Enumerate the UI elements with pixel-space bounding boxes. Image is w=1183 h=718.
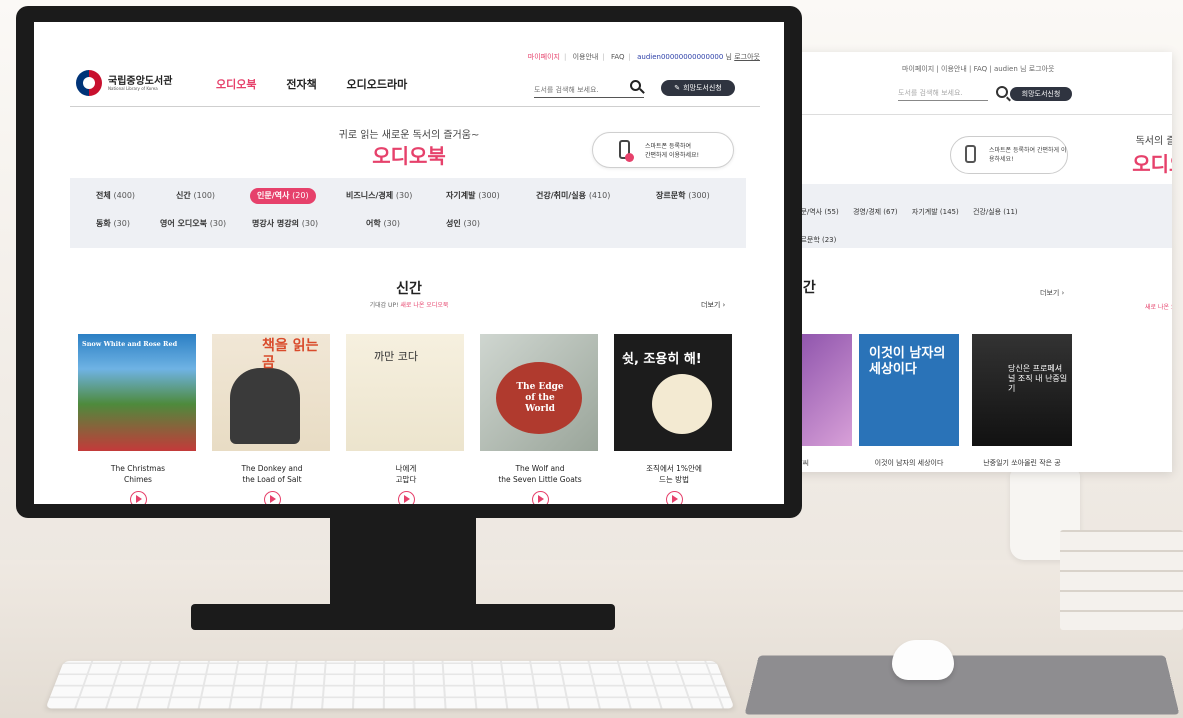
category-bar: 전체 (400) 신간 (100) 인문/역사 (20) 비즈니스/경제 (30… [70,178,746,248]
phone-icon [965,145,976,163]
logo-name-ko: 국립중앙도서관 [108,76,173,87]
secondary-category-bar: 인문/역사 (55) 경영/경제 (67) 자기계발 (145) 건강/실용 (… [770,184,1172,248]
monitor: 마이페이지 | 이용안내 | FAQ | audien00000000000000 님… [16,6,802,518]
smartphone-register-button[interactable]: 스마트폰 등록하여 간편하게 이용하세요! [592,132,734,168]
guide-link[interactable]: 이용안내 [573,53,599,61]
book-title[interactable]: 나에게 고맙다 [346,463,466,485]
play-icon[interactable] [531,491,549,504]
book-title[interactable]: 조직에서 1%안에 드는 방법 [614,463,734,485]
category-genre[interactable]: 장르문학 (300) [656,188,710,204]
taegeuk-icon [76,70,102,96]
book-cover[interactable]: Snow White and Rose Red [78,334,196,451]
pencil-icon: ✎ [674,84,681,92]
user-suffix: 님 [725,53,732,61]
book-card[interactable]: The Edge of the World The Wolf and the S… [480,334,600,504]
screen: 마이페이지 | 이용안내 | FAQ | audien00000000000000 님… [34,22,784,504]
book-cover[interactable]: 까만 코다 [346,334,464,451]
secondary-more-link[interactable]: 더보기 › [1040,288,1064,298]
book-card[interactable]: 쉿, 조용히 해! 조직에서 1%안에 드는 방법 [614,334,734,504]
main-nav: 오디오북 전자책 오디오드라마 [216,76,433,92]
book-title[interactable]: The Wolf and the Seven Little Goats [480,463,600,485]
secondary-book-title[interactable]: 난중일기 쏘아올린 작은 공 [967,458,1077,468]
secondary-book-title[interactable]: 이것이 남자의 세상이다 [854,458,964,468]
utility-nav: 마이페이지 | 이용안내 | FAQ | audien00000000000000 님… [527,53,760,61]
secondary-book-cover[interactable]: 당신은 프로페셔널 조직 내 난중일기 [972,334,1072,446]
book-stack [1060,530,1183,630]
category-fairy-tale[interactable]: 동화 (30) [96,216,130,232]
nav-ebook[interactable]: 전자책 [286,78,316,91]
smartphone-line1: 스마트폰 등록하여 [645,143,692,150]
category-self-help[interactable]: 자기계발 (300) [446,188,500,204]
secondary-utility-nav[interactable]: 마이페이지 | 이용안내 | FAQ | audien 님 로그아웃 [902,64,1148,74]
book-title[interactable]: The Donkey and the Load of Salt [212,463,332,485]
category-lectures[interactable]: 명강사 명강의 (30) [252,216,318,232]
category-health[interactable]: 건강/취미/실용 (410) [536,188,610,204]
search-input[interactable] [534,82,644,98]
secondary-wish-button[interactable]: 희망도서신청 [1010,87,1072,101]
play-icon[interactable] [129,491,147,504]
secondary-category[interactable]: 자기계발 (145) [912,208,959,216]
wish-book-label: 희망도서신청 [683,84,722,92]
logout-link[interactable]: 로그아웃 [734,53,760,61]
mypage-link[interactable]: 마이페이지 [528,53,560,61]
plus-badge-icon [625,153,634,162]
secondary-category[interactable]: 건강/실용 (11) [973,208,1018,216]
secondary-cover-text: 이것이 남자의 세상이다 [869,346,946,377]
play-icon[interactable] [397,491,415,504]
section-subtitle-pre: 기대감 UP! [369,302,399,309]
faq-link[interactable]: FAQ [611,53,625,61]
category-language[interactable]: 어학 (30) [366,216,400,232]
secondary-smartphone-text: 스마트폰 등록하여 간편하게 이용하세요! [989,147,1067,163]
book-cover[interactable]: The Edge of the World [480,334,598,451]
category-new[interactable]: 신간 (100) [176,188,215,204]
user-id: audien00000000000000 [637,53,724,61]
more-link[interactable]: 더보기 › [701,300,725,310]
nav-audiobook[interactable]: 오디오북 [216,78,256,91]
cover-text: 책을 읽는 곰 [262,338,319,371]
mouse [892,640,954,680]
cover-text: The Edge of the World [516,382,564,414]
category-all[interactable]: 전체 (400) [96,188,135,204]
cover-text: 까만 코다 [374,350,418,363]
secondary-smartphone-box[interactable]: 스마트폰 등록하여 간편하게 이용하세요! [950,136,1068,174]
logo[interactable]: 국립중앙도서관 National Library of Korea [76,70,186,98]
search-icon[interactable] [630,80,645,94]
wish-book-button[interactable]: ✎ 희망도서신청 [661,80,735,96]
secondary-book-cover[interactable]: 이것이 남자의 세상이다 [859,334,959,446]
book-title[interactable]: The Christmas Chimes [78,463,198,485]
book-card[interactable]: 까만 코다 나에게 고맙다 [346,334,466,504]
category-business[interactable]: 비즈니스/경제 (30) [346,188,412,204]
secondary-section-sub: 새로 나온 오디오북 [1145,304,1172,311]
secondary-divider [770,114,1172,115]
secondary-category[interactable]: 경영/경제 (67) [853,208,898,216]
secondary-window: 마이페이지 | 이용안내 | FAQ | audien 님 로그아웃 도서를 검… [770,52,1172,472]
section-subtitle: 기대감 UP! 새로 나온 오디오북 [34,300,784,309]
book-cover[interactable]: 쉿, 조용히 해! [614,334,732,451]
book-cover[interactable]: 책을 읽는 곰 [212,334,330,451]
category-adult[interactable]: 성인 (30) [446,216,480,232]
logo-name-en: National Library of Korea [108,86,158,91]
mousepad [744,655,1180,715]
cover-text: 쉿, 조용히 해! [622,352,702,367]
keyboard [45,660,735,709]
category-humanities[interactable]: 인문/역사 (20) [250,188,316,204]
nav-audiodrama[interactable]: 오디오드라마 [347,78,408,91]
secondary-cover-text: 당신은 프로페셔널 조직 내 난중일기 [1008,364,1068,393]
smartphone-line2: 간편하게 이용하세요! [645,152,699,159]
category-english-audiobook[interactable]: 영어 오디오북 (30) [160,216,226,232]
section-title: 신간 [396,281,422,297]
play-icon[interactable] [263,491,281,504]
smartphone-text: 스마트폰 등록하여 간편하게 이용하세요! [645,142,699,160]
secondary-search-input[interactable]: 도서를 검색해 보세요. [898,88,988,101]
secondary-search-icon[interactable] [996,86,1008,98]
book-card[interactable]: 책을 읽는 곰 The Donkey and the Load of Salt [212,334,332,504]
section-subtitle-highlight: 새로 나온 오디오북 [400,302,449,309]
header-divider [70,106,760,107]
book-card[interactable]: Snow White and Rose Red The Christmas Ch… [78,334,198,504]
cover-text: Snow White and Rose Red [82,340,178,348]
monitor-stand [330,513,476,613]
play-icon[interactable] [665,491,683,504]
monitor-base [191,604,615,630]
